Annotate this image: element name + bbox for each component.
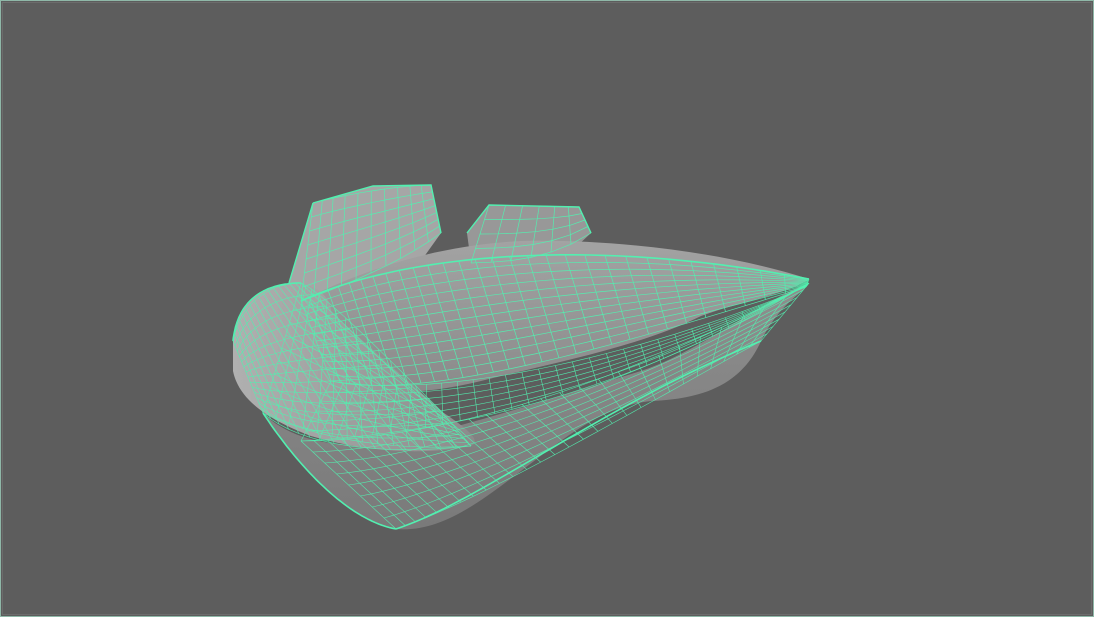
wireframe-sofa-model[interactable] [1, 1, 1094, 617]
3d-viewport[interactable] [0, 0, 1094, 617]
